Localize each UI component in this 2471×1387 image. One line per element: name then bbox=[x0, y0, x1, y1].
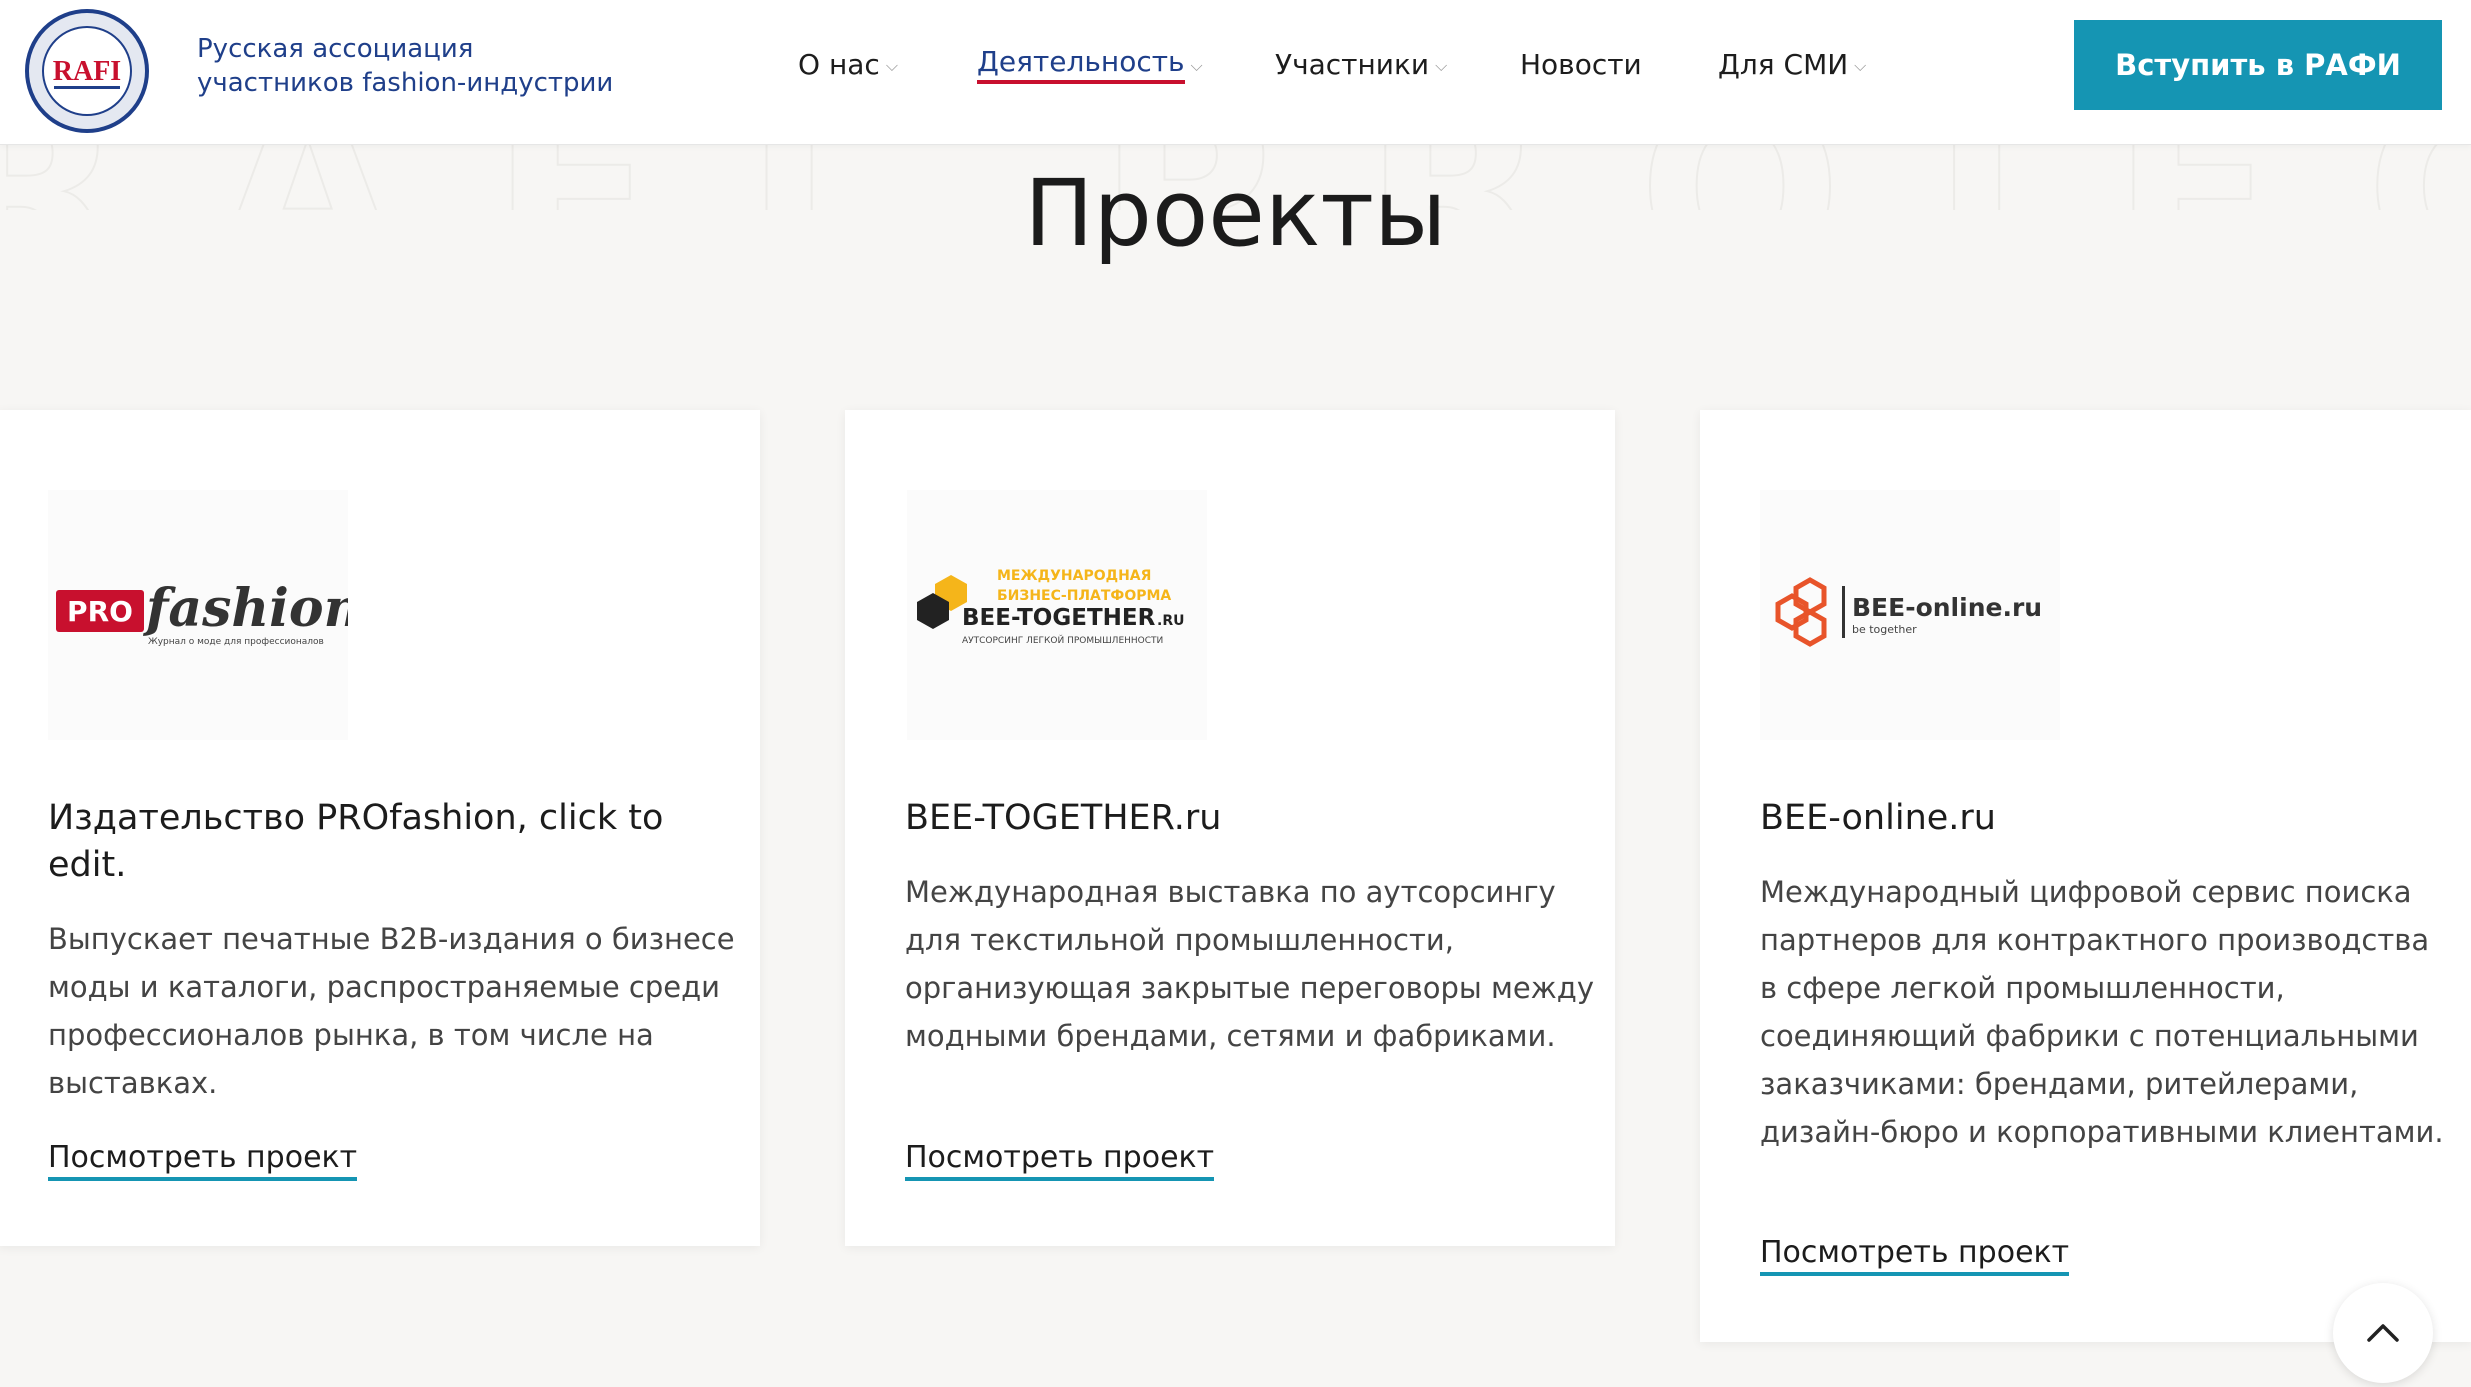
svg-text:БИЗНЕС-ПЛАТФОРМА: БИЗНЕС-ПЛАТФОРМА bbox=[997, 588, 1171, 604]
chevron-up-icon bbox=[2367, 1324, 2399, 1342]
view-project-link[interactable]: Посмотреть проект bbox=[1760, 1235, 2070, 1276]
bee-together-logo: МЕЖДУНАРОДНАЯ БИЗНЕС-ПЛАТФОРМА BEE-TOGET… bbox=[907, 490, 1207, 740]
nav-item-news[interactable]: Новости bbox=[1520, 44, 1642, 84]
svg-text:PRO: PRO bbox=[67, 595, 133, 628]
svg-text:АУТСОРСИНГ ЛЕГКОЙ ПРОМЫШЛЕННОС: АУТСОРСИНГ ЛЕГКОЙ ПРОМЫШЛЕННОСТИ bbox=[962, 634, 1163, 646]
svg-text:RAFI: RAFI bbox=[53, 56, 121, 87]
project-title: Издательство PROfashion, click to edit. bbox=[48, 798, 664, 885]
svg-text:fashion: fashion bbox=[142, 578, 348, 639]
svg-text:be together: be together bbox=[1852, 623, 1917, 636]
project-description: Международный цифровой сервис поиска пар… bbox=[1760, 875, 2444, 1149]
bee-online-logo: BEE-online.ru be together bbox=[1760, 490, 2060, 740]
project-card: МЕЖДУНАРОДНАЯ БИЗНЕС-ПЛАТФОРМА BEE-TOGET… bbox=[845, 410, 1615, 1246]
chevron-down-icon: ⌵ bbox=[1435, 56, 1448, 75]
brand-line-2: участников fashion-индустрии bbox=[197, 68, 614, 98]
project-description: Международная выставка по аутсорсингу дл… bbox=[905, 875, 1595, 1053]
view-project-link[interactable]: Посмотреть проект bbox=[48, 1140, 358, 1181]
project-title: BEE-TOGETHER.ru bbox=[905, 798, 1222, 838]
project-card: BEE-online.ru be together BEE-online.ru … bbox=[1700, 410, 2471, 1342]
nav-label: Новости bbox=[1520, 47, 1642, 81]
svg-text:.RU: .RU bbox=[1157, 613, 1184, 629]
chevron-down-icon: ⌵ bbox=[1190, 56, 1203, 75]
nav-item-press[interactable]: Для СМИ ⌵ bbox=[1718, 44, 1866, 84]
nav-label: Для СМИ bbox=[1718, 47, 1849, 81]
svg-text:Журнал о моде для профессионал: Журнал о моде для профессионалов bbox=[148, 637, 324, 647]
nav-label: Участники bbox=[1275, 47, 1430, 81]
project-card: PRO fashion Журнал о моде для профессион… bbox=[0, 410, 760, 1246]
join-rafi-button[interactable]: Вступить в РАФИ bbox=[2074, 20, 2442, 110]
brand-name[interactable]: Русская ассоциация участников fashion-ин… bbox=[197, 32, 617, 100]
svg-text:МЕЖДУНАРОДНАЯ: МЕЖДУНАРОДНАЯ bbox=[997, 568, 1151, 584]
nav-label: Деятельность bbox=[977, 44, 1185, 84]
svg-text:BEE-online.ru: BEE-online.ru bbox=[1852, 593, 2042, 622]
rafi-logo[interactable]: RAFI bbox=[24, 8, 150, 134]
chevron-down-icon: ⌵ bbox=[885, 56, 898, 75]
scroll-to-top-button[interactable] bbox=[2333, 1283, 2433, 1383]
svg-text:BEE-TOGETHER: BEE-TOGETHER bbox=[962, 605, 1156, 631]
nav-item-members[interactable]: Участники ⌵ bbox=[1275, 44, 1447, 84]
page-title: Проекты bbox=[1024, 160, 1447, 267]
brand-line-1: Русская ассоциация bbox=[197, 34, 474, 64]
nav-label: О нас bbox=[798, 47, 880, 81]
view-project-link[interactable]: Посмотреть проект bbox=[905, 1140, 1215, 1181]
profashion-logo: PRO fashion Журнал о моде для профессион… bbox=[48, 490, 348, 740]
project-title: BEE-online.ru bbox=[1760, 798, 1996, 838]
nav-item-activity[interactable]: Деятельность ⌵ bbox=[977, 44, 1203, 84]
chevron-down-icon: ⌵ bbox=[1854, 56, 1867, 75]
site-header: RAFI Русская ассоциация участников fashi… bbox=[0, 0, 2471, 145]
nav-item-about[interactable]: О нас ⌵ bbox=[798, 44, 898, 84]
project-description: Выпускает печатные B2B-издания о бизнесе… bbox=[48, 922, 735, 1100]
